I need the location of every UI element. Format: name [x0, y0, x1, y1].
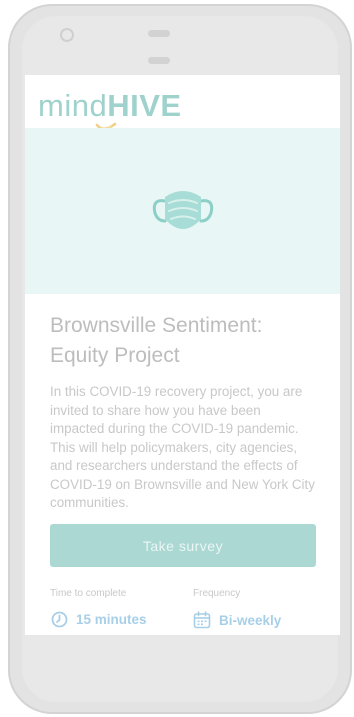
time-to-complete-value: 15 minutes	[76, 612, 147, 627]
speaker-grille-top	[148, 30, 170, 37]
logo-text-bold: HIVE	[107, 88, 182, 123]
mindhive-logo[interactable]: mindHIVE	[38, 89, 182, 123]
time-to-complete: 15 minutes	[51, 611, 147, 628]
front-camera-icon	[60, 28, 74, 42]
logo-text-light: mind	[38, 88, 108, 123]
frequency-label: Frequency	[193, 588, 241, 599]
phone-screen: mindHIVE Brownsville Sentiment: Equity P…	[25, 75, 340, 635]
speaker-grille-bottom	[148, 57, 170, 64]
frequency-value: Bi-weekly	[219, 612, 282, 628]
app-header: mindHIVE	[25, 75, 340, 131]
study-description: In this COVID-19 recovery project, you a…	[50, 384, 315, 510]
time-to-complete-label: Time to complete	[50, 588, 127, 599]
face-mask-icon	[152, 191, 214, 229]
frequency: Bi-weekly	[193, 611, 281, 629]
study-details: Brownsville Sentiment: Equity Project In…	[50, 311, 318, 513]
study-title: Brownsville Sentiment: Equity Project	[50, 314, 263, 367]
clock-icon	[51, 611, 68, 628]
calendar-icon	[193, 611, 211, 629]
study-hero-banner	[25, 128, 340, 294]
take-survey-button[interactable]: Take survey	[50, 524, 316, 567]
